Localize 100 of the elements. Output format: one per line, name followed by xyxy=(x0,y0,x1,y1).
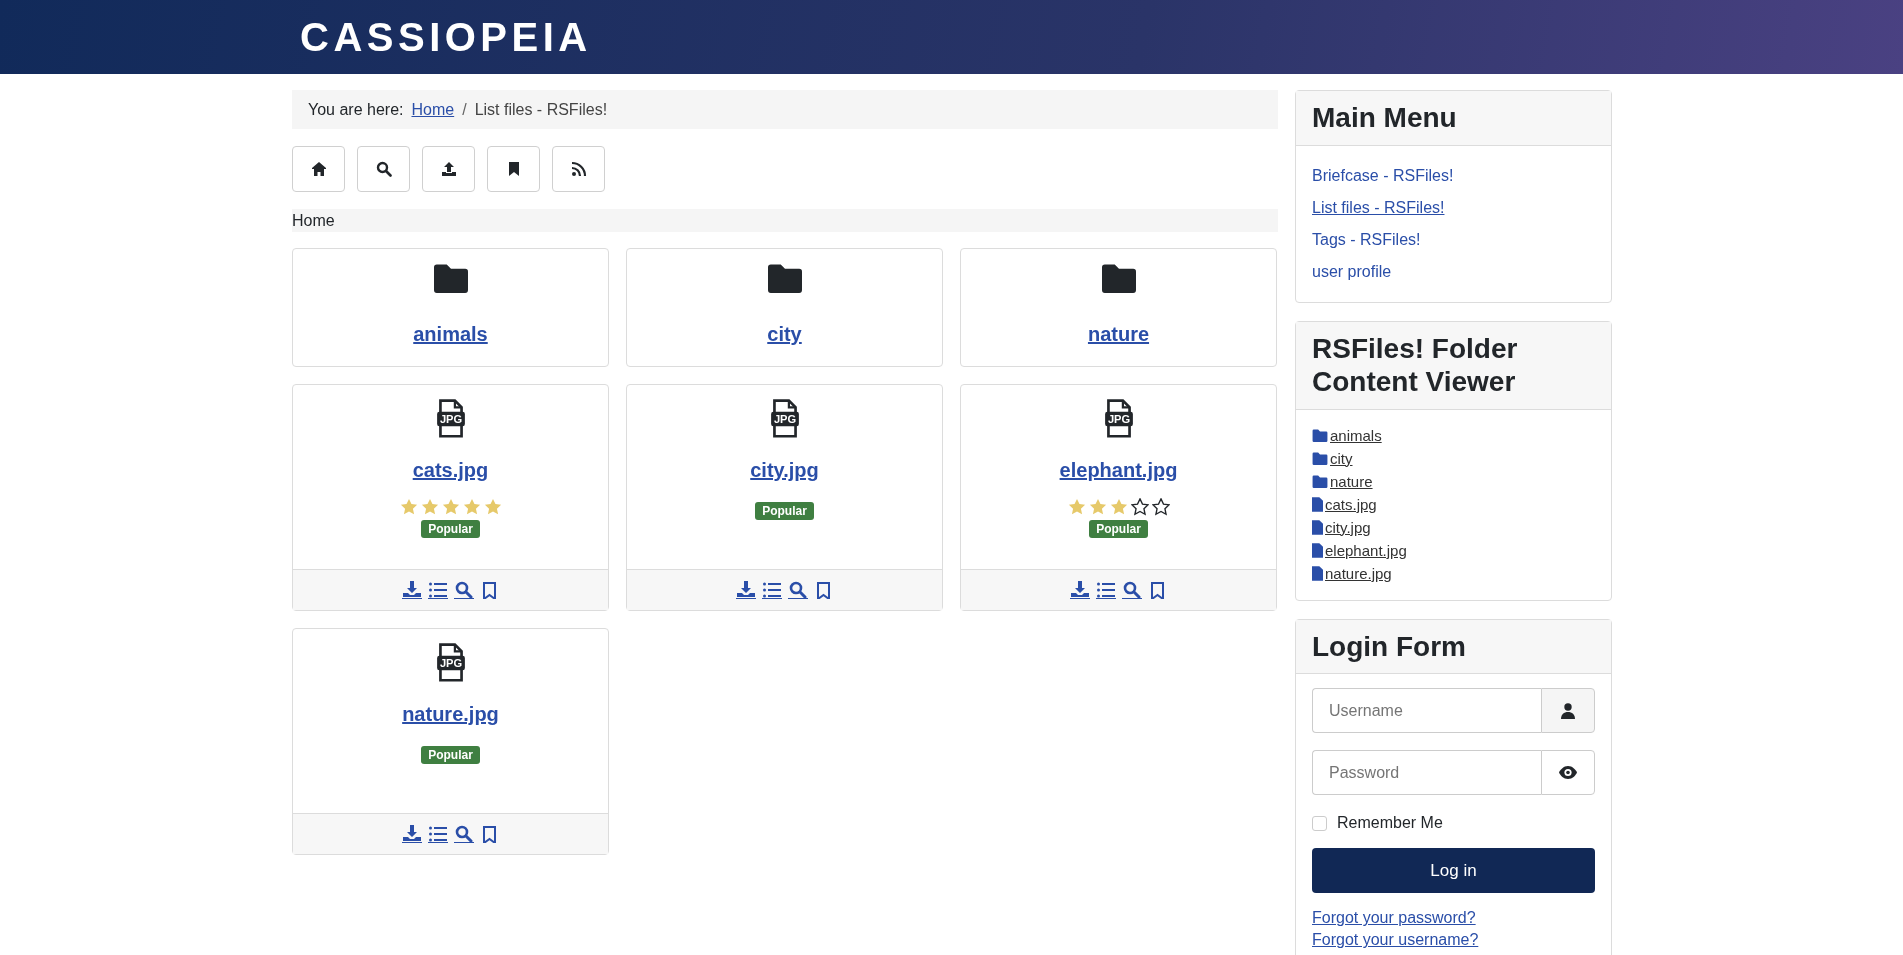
download-icon xyxy=(402,825,421,842)
folder-link[interactable]: animals xyxy=(413,323,488,346)
rss-button[interactable] xyxy=(552,146,605,192)
file-icon xyxy=(1312,496,1323,512)
forgot-link[interactable]: Forgot your password? xyxy=(1312,907,1476,930)
folder-link[interactable]: nature xyxy=(1087,323,1150,346)
list-icon xyxy=(762,581,781,598)
module-title: Login Form xyxy=(1296,619,1611,675)
download-icon xyxy=(402,581,421,598)
login-button[interactable]: Log in xyxy=(1312,848,1595,894)
details-link[interactable] xyxy=(427,581,448,599)
empty-star-icon xyxy=(1151,498,1170,516)
home-button[interactable] xyxy=(292,146,345,192)
list-icon xyxy=(1096,581,1115,598)
jpg-file-icon: JPG xyxy=(769,399,800,439)
folder-icon xyxy=(433,263,468,293)
menu-link[interactable]: Briefcase - RSFiles! xyxy=(1312,159,1595,192)
file-link[interactable]: nature.jpg xyxy=(402,703,499,726)
download-link[interactable] xyxy=(401,825,422,843)
search-icon xyxy=(1122,581,1141,598)
folder-icon xyxy=(1312,474,1328,488)
download-icon xyxy=(1070,581,1089,598)
bookmark-button[interactable] xyxy=(487,146,540,192)
search-button[interactable] xyxy=(357,146,410,192)
bookmark-icon xyxy=(814,581,833,599)
folder-icon xyxy=(1101,263,1136,293)
search-icon xyxy=(788,581,807,598)
folder-link[interactable]: nature xyxy=(1312,472,1595,490)
file-link[interactable]: nature.jpg xyxy=(1312,564,1595,582)
filled-star-icon xyxy=(441,498,460,516)
file-link[interactable]: elephant.jpg xyxy=(1312,541,1595,559)
list-icon xyxy=(428,825,447,842)
file-link[interactable]: cats.jpg xyxy=(412,459,489,482)
folder-link[interactable]: animals xyxy=(1312,426,1595,444)
upload-button[interactable] xyxy=(422,146,475,192)
breadcrumb-link[interactable]: Home xyxy=(411,100,455,119)
popular-badge: Popular xyxy=(421,746,480,764)
list-icon xyxy=(428,581,447,598)
jpg-file-icon: JPG xyxy=(435,399,466,439)
bookmark-icon xyxy=(480,581,499,599)
username-field[interactable]: Username xyxy=(1312,688,1541,734)
filled-star-icon xyxy=(1067,498,1086,516)
search-icon xyxy=(375,161,392,177)
site-logo[interactable]: CASSIOPEIA xyxy=(300,14,592,60)
download-link[interactable] xyxy=(735,581,756,599)
menu-link[interactable]: Tags - RSFiles! xyxy=(1312,223,1595,256)
details-link[interactable] xyxy=(1095,581,1116,599)
download-link[interactable] xyxy=(401,581,422,599)
remember-label: Remember Me xyxy=(1337,814,1443,833)
preview-link[interactable] xyxy=(453,825,474,843)
filled-star-icon xyxy=(483,498,502,516)
file-icon xyxy=(1312,565,1323,581)
popular-badge: Popular xyxy=(755,502,814,520)
remember-checkbox[interactable] xyxy=(1312,815,1327,831)
user-icon xyxy=(1561,702,1575,719)
menu-link[interactable]: user profile xyxy=(1312,255,1595,288)
jpg-file-icon: JPG xyxy=(1103,399,1134,439)
details-link[interactable] xyxy=(761,581,782,599)
file-link[interactable]: city.jpg xyxy=(750,459,819,482)
folder-link[interactable]: city xyxy=(767,323,802,346)
file-link[interactable]: elephant.jpg xyxy=(1059,459,1178,482)
breadcrumb-label: You are here: xyxy=(308,100,404,119)
preview-link[interactable] xyxy=(453,581,474,599)
home-icon xyxy=(310,161,327,177)
bookmark-icon xyxy=(480,825,499,843)
file-icon xyxy=(1312,519,1323,535)
path-bar: Home xyxy=(292,209,1278,232)
details-link[interactable] xyxy=(427,825,448,843)
filled-star-icon xyxy=(399,498,418,516)
search-icon xyxy=(454,825,473,842)
upload-icon xyxy=(440,161,457,177)
eye-icon xyxy=(1559,766,1577,780)
module-title: Main Menu xyxy=(1296,91,1611,146)
breadcrumb-current: List files - RSFiles! xyxy=(474,100,608,119)
filled-star-icon xyxy=(420,498,439,516)
module-title: RSFiles! Folder Content Viewer xyxy=(1296,321,1611,410)
file-link[interactable]: city.jpg xyxy=(1312,518,1595,536)
show-password-button[interactable] xyxy=(1541,750,1595,796)
filled-star-icon xyxy=(1109,498,1128,516)
file-icon xyxy=(1312,542,1323,558)
password-field[interactable]: Password xyxy=(1312,750,1541,796)
preview-link[interactable] xyxy=(787,581,808,599)
menu-link[interactable]: List files - RSFiles! xyxy=(1312,191,1595,224)
breadcrumb-separator: / xyxy=(462,100,467,119)
file-link[interactable]: cats.jpg xyxy=(1312,495,1595,513)
filled-star-icon xyxy=(462,498,481,516)
popular-badge: Popular xyxy=(421,520,480,538)
folder-icon xyxy=(1312,428,1328,442)
search-icon xyxy=(454,581,473,598)
download-icon xyxy=(736,581,755,598)
popular-badge: Popular xyxy=(1089,520,1148,538)
empty-star-icon xyxy=(1130,498,1149,516)
filled-star-icon xyxy=(1088,498,1107,516)
download-link[interactable] xyxy=(1069,581,1090,599)
folder-icon xyxy=(767,263,802,293)
folder-link[interactable]: city xyxy=(1312,449,1595,467)
jpg-file-icon: JPG xyxy=(435,643,466,683)
bookmark-icon xyxy=(1148,581,1167,599)
forgot-link[interactable]: Forgot your username? xyxy=(1312,929,1479,952)
preview-link[interactable] xyxy=(1121,581,1142,599)
